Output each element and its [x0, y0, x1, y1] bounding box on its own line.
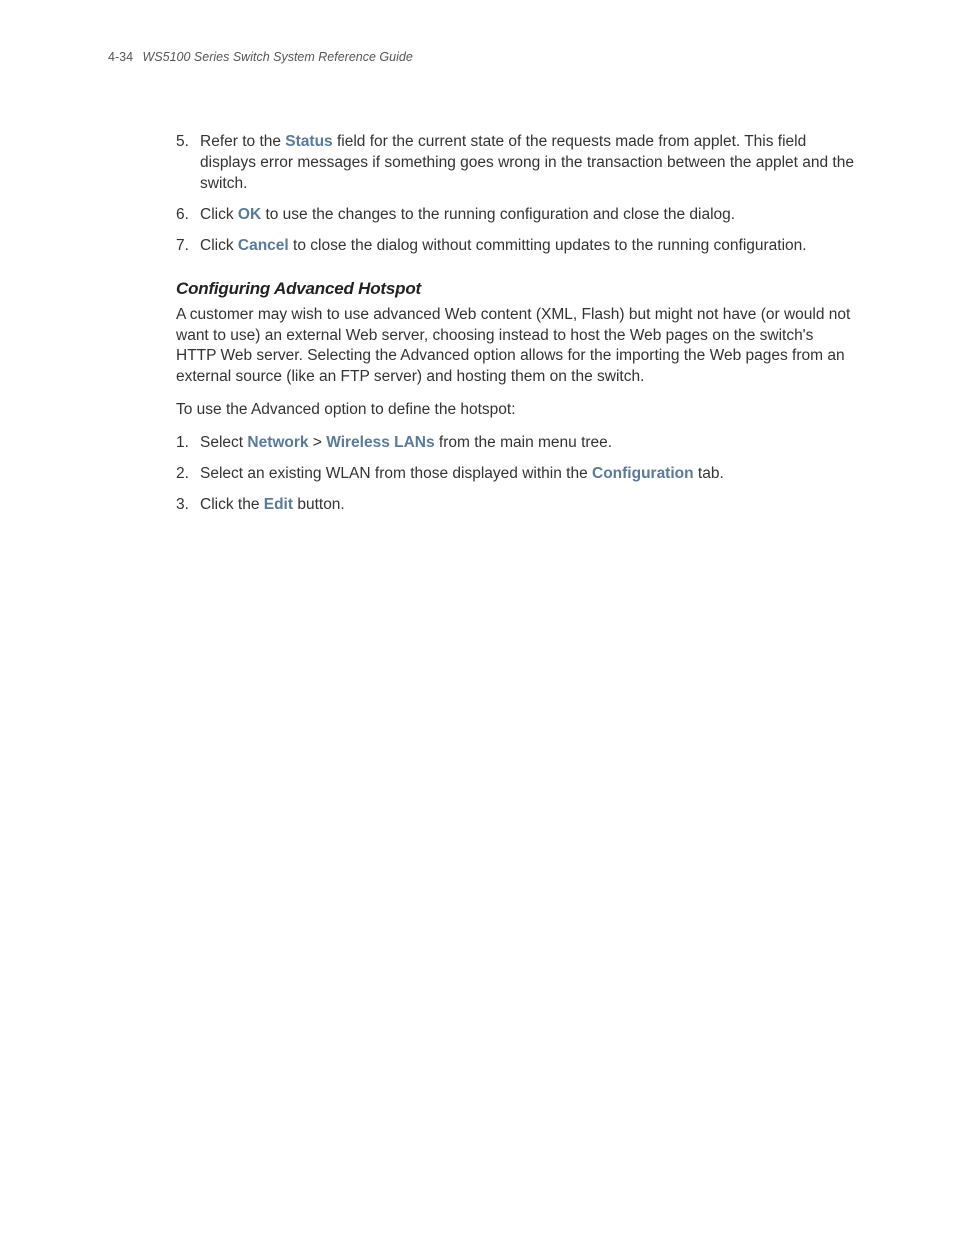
ui-keyword: Configuration — [592, 465, 694, 482]
page-content: 5. Refer to the Status field for the cur… — [176, 132, 854, 516]
step-text: Click — [200, 206, 238, 223]
step-number: 6. — [176, 205, 189, 226]
step-body: Select Network > Wireless LANs from the … — [194, 433, 854, 454]
step-number: 7. — [176, 236, 189, 257]
paragraph: To use the Advanced option to define the… — [176, 400, 854, 421]
step-number: 1. — [176, 433, 189, 454]
step-item: 6. Click OK to use the changes to the ru… — [176, 205, 854, 226]
ui-keyword: OK — [238, 206, 261, 223]
document-page: 4-34 WS5100 Series Switch System Referen… — [0, 0, 954, 584]
step-text: > — [309, 434, 327, 451]
step-text: button. — [293, 496, 345, 513]
step-item: 5. Refer to the Status field for the cur… — [176, 132, 854, 195]
step-text: Refer to the — [200, 133, 285, 150]
ui-keyword: Network — [247, 434, 308, 451]
ui-keyword: Edit — [264, 496, 293, 513]
step-body: Click OK to use the changes to the runni… — [194, 205, 854, 226]
step-item: 2. Select an existing WLAN from those di… — [176, 464, 854, 485]
step-number: 2. — [176, 464, 189, 485]
step-body: Refer to the Status field for the curren… — [194, 132, 854, 195]
step-number: 5. — [176, 132, 189, 153]
step-number: 3. — [176, 495, 189, 516]
paragraph: A customer may wish to use advanced Web … — [176, 305, 854, 389]
section-heading: Configuring Advanced Hotspot — [176, 279, 854, 299]
step-text: to close the dialog without committing u… — [289, 237, 807, 254]
ui-keyword: Cancel — [238, 237, 289, 254]
step-text: Click — [200, 237, 238, 254]
ui-keyword: Wireless LANs — [326, 434, 434, 451]
step-text: Click the — [200, 496, 264, 513]
document-title: WS5100 Series Switch System Reference Gu… — [143, 50, 413, 64]
steps-list-continued: 5. Refer to the Status field for the cur… — [176, 132, 854, 257]
step-text: from the main menu tree. — [435, 434, 612, 451]
steps-list: 1. Select Network > Wireless LANs from t… — [176, 433, 854, 516]
step-text: Select — [200, 434, 247, 451]
step-text: tab. — [694, 465, 724, 482]
step-text: to use the changes to the running config… — [261, 206, 735, 223]
step-body: Click the Edit button. — [194, 495, 854, 516]
step-item: 3. Click the Edit button. — [176, 495, 854, 516]
step-item: 7. Click Cancel to close the dialog with… — [176, 236, 854, 257]
step-text: Select an existing WLAN from those displ… — [200, 465, 592, 482]
ui-keyword: Status — [285, 133, 332, 150]
step-item: 1. Select Network > Wireless LANs from t… — [176, 433, 854, 454]
step-body: Click Cancel to close the dialog without… — [194, 236, 854, 257]
step-body: Select an existing WLAN from those displ… — [194, 464, 854, 485]
running-header: 4-34 WS5100 Series Switch System Referen… — [108, 50, 854, 64]
page-chapter-number: 4-34 — [108, 50, 133, 64]
